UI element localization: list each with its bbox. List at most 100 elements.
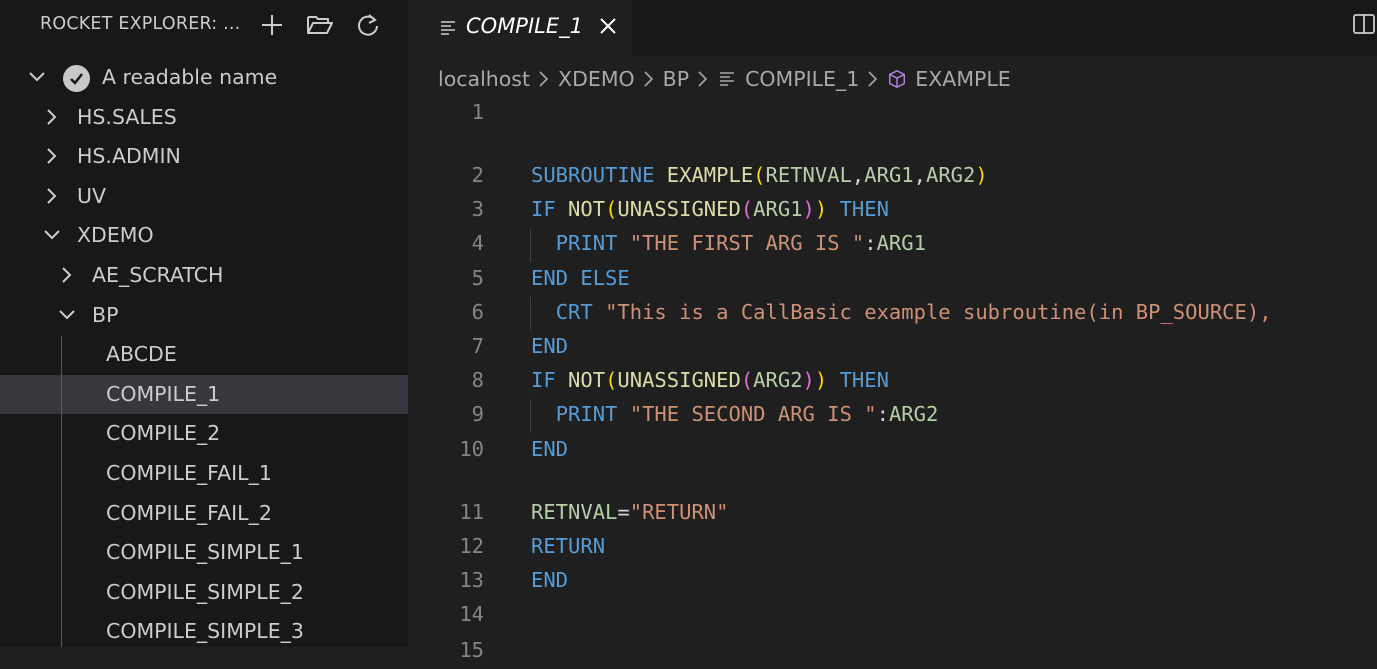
line-number: 6 <box>471 300 484 324</box>
chevron-right-icon <box>868 71 878 87</box>
line-number: 13 <box>459 568 484 592</box>
code-line: 14 <box>408 599 1377 633</box>
chevron-down-icon[interactable] <box>27 67 47 87</box>
plus-icon <box>262 15 282 35</box>
line-number: 12 <box>459 534 484 558</box>
code-line: 12 RETURN <box>408 531 1377 565</box>
line-number: 8 <box>471 368 484 392</box>
open-folder-button[interactable] <box>304 10 336 40</box>
sidebar-title: ROCKET EXPLORER: ... <box>40 14 241 34</box>
tree-item-ae-scratch[interactable]: AE_SCRATCH <box>0 256 408 296</box>
chevron-down-icon[interactable] <box>42 225 62 245</box>
breadcrumb-item[interactable]: COMPILE_1 <box>745 67 859 91</box>
code-line: 7 END <box>408 331 1377 365</box>
cube-icon <box>889 70 906 88</box>
line-number: 14 <box>459 602 484 626</box>
tree-item-label: HS.ADMIN <box>77 144 181 169</box>
code-text: END ELSE <box>531 266 630 290</box>
tree-indent-guide <box>61 336 62 647</box>
code-text: IF NOT(UNASSIGNED(ARG1)) THEN <box>531 197 889 221</box>
line-number: 3 <box>471 197 484 221</box>
code-line: 9 PRINT "THE SECOND ARG IS ":ARG2 <box>408 399 1377 433</box>
line-number: 1 <box>471 100 484 124</box>
code-text: PRINT "THE SECOND ARG IS ":ARG2 <box>555 402 939 426</box>
tree-item-bp[interactable]: BP <box>0 296 408 336</box>
tree-item-label: COMPILE_1 <box>106 381 221 406</box>
chevron-right-icon[interactable] <box>42 186 62 206</box>
tree-item-label: COMPILE_FAIL_1 <box>106 460 272 485</box>
code-line: 4 PRINT "THE FIRST ARG IS ":ARG1 <box>408 228 1377 262</box>
code-text: END <box>531 334 569 358</box>
chevron-right-icon <box>698 71 708 87</box>
code-text: PRINT "THE FIRST ARG IS ":ARG1 <box>555 231 926 255</box>
breadcrumb-item[interactable]: XDEMO <box>558 67 635 91</box>
code-line: 13 END <box>408 565 1377 599</box>
line-number: 15 <box>459 638 484 662</box>
code-text: CRT "This is a CallBasic example subrout… <box>555 300 1272 324</box>
refresh-button[interactable] <box>352 10 384 40</box>
tree-item-label: ABCDE <box>106 342 177 367</box>
code-line: 3 IF NOT(UNASSIGNED(ARG1)) THEN <box>408 194 1377 228</box>
code-text: END <box>531 568 569 592</box>
folder-open-icon <box>307 16 333 34</box>
breadcrumb-item[interactable]: EXAMPLE <box>915 67 1010 91</box>
code-line: 10 END <box>408 434 1377 468</box>
code-line: 11 RETNVAL="RETURN" <box>408 497 1377 531</box>
chevron-right-icon <box>644 71 653 87</box>
chevron-right-icon[interactable] <box>42 146 62 166</box>
tree-item-label: COMPILE_SIMPLE_1 <box>106 540 304 565</box>
tree-item-label: UV <box>77 183 107 208</box>
tree-item-xdemo[interactable]: XDEMO <box>0 216 408 256</box>
explorer-sidebar: ROCKET EXPLORER: ... A readable name HS.… <box>0 0 408 647</box>
tree-item-hs-sales[interactable]: HS.SALES <box>0 98 408 138</box>
breadcrumb-item[interactable]: localhost <box>438 67 530 91</box>
code-line: 2 SUBROUTINE EXAMPLE(RETNVAL,ARG1,ARG2) <box>408 160 1377 194</box>
split-editor-icon[interactable] <box>1352 12 1376 36</box>
chevron-right-icon[interactable] <box>42 107 62 127</box>
tree-item-uv[interactable]: UV <box>0 177 408 217</box>
tree-item-label: COMPILE_SIMPLE_2 <box>106 579 304 604</box>
code-text: RETURN <box>531 534 606 558</box>
breadcrumb-item[interactable]: BP <box>663 67 689 91</box>
code-line: 15 <box>408 635 1377 669</box>
chevron-down-icon[interactable] <box>57 305 77 325</box>
tree-item-label: XDEMO <box>77 223 154 248</box>
editor-area: COMPILE_1 localhost XDEMO BP COMPILE_1 E… <box>408 0 1377 662</box>
code-line: 1 <box>408 97 1377 131</box>
tree-item-label: HS.SALES <box>77 104 177 129</box>
tab-compile-1[interactable]: COMPILE_1 <box>408 0 632 56</box>
line-number: 2 <box>471 163 484 187</box>
tree-item-hs-admin[interactable]: HS.ADMIN <box>0 137 408 177</box>
tree-item-label: COMPILE_2 <box>106 421 221 446</box>
check-circle-icon <box>63 65 90 92</box>
tree-item-label: AE_SCRATCH <box>92 262 224 287</box>
tree-item-label: COMPILE_SIMPLE_3 <box>106 619 304 644</box>
line-number: 7 <box>471 334 484 358</box>
line-number: 4 <box>471 231 484 255</box>
tree-item-label: BP <box>92 302 119 327</box>
line-number: 10 <box>459 437 484 461</box>
tree-item-label: A readable name <box>102 65 278 89</box>
chevron-right-icon <box>539 71 549 87</box>
code-text: RETNVAL="RETURN" <box>531 500 729 524</box>
refresh-icon <box>358 14 378 36</box>
tree-item-label: COMPILE_FAIL_2 <box>106 500 272 525</box>
tree-item-root-connection[interactable]: A readable name <box>0 58 408 98</box>
chevron-right-icon[interactable] <box>57 265 77 285</box>
line-number: 5 <box>471 266 484 290</box>
add-connection-button[interactable] <box>256 10 288 40</box>
breadcrumb: localhost XDEMO BP COMPILE_1 EXAMPLE <box>438 64 1011 94</box>
line-number: 9 <box>471 402 484 426</box>
close-icon[interactable] <box>596 14 620 38</box>
file-lines-icon <box>441 21 455 35</box>
code-text: SUBROUTINE EXAMPLE(RETNVAL,ARG1,ARG2) <box>531 163 988 187</box>
code-text: IF NOT(UNASSIGNED(ARG2)) THEN <box>531 368 889 392</box>
sidebar-header: ROCKET EXPLORER: ... <box>0 0 408 52</box>
file-lines-icon <box>720 72 735 86</box>
code-line: 6 CRT "This is a CallBasic example subro… <box>408 297 1377 331</box>
code-line: 8 IF NOT(UNASSIGNED(ARG2)) THEN <box>408 365 1377 399</box>
tab-bar: COMPILE_1 <box>408 0 1377 56</box>
tab-label: COMPILE_1 <box>466 14 583 38</box>
code-text: END <box>531 437 569 461</box>
line-number: 11 <box>459 500 484 524</box>
